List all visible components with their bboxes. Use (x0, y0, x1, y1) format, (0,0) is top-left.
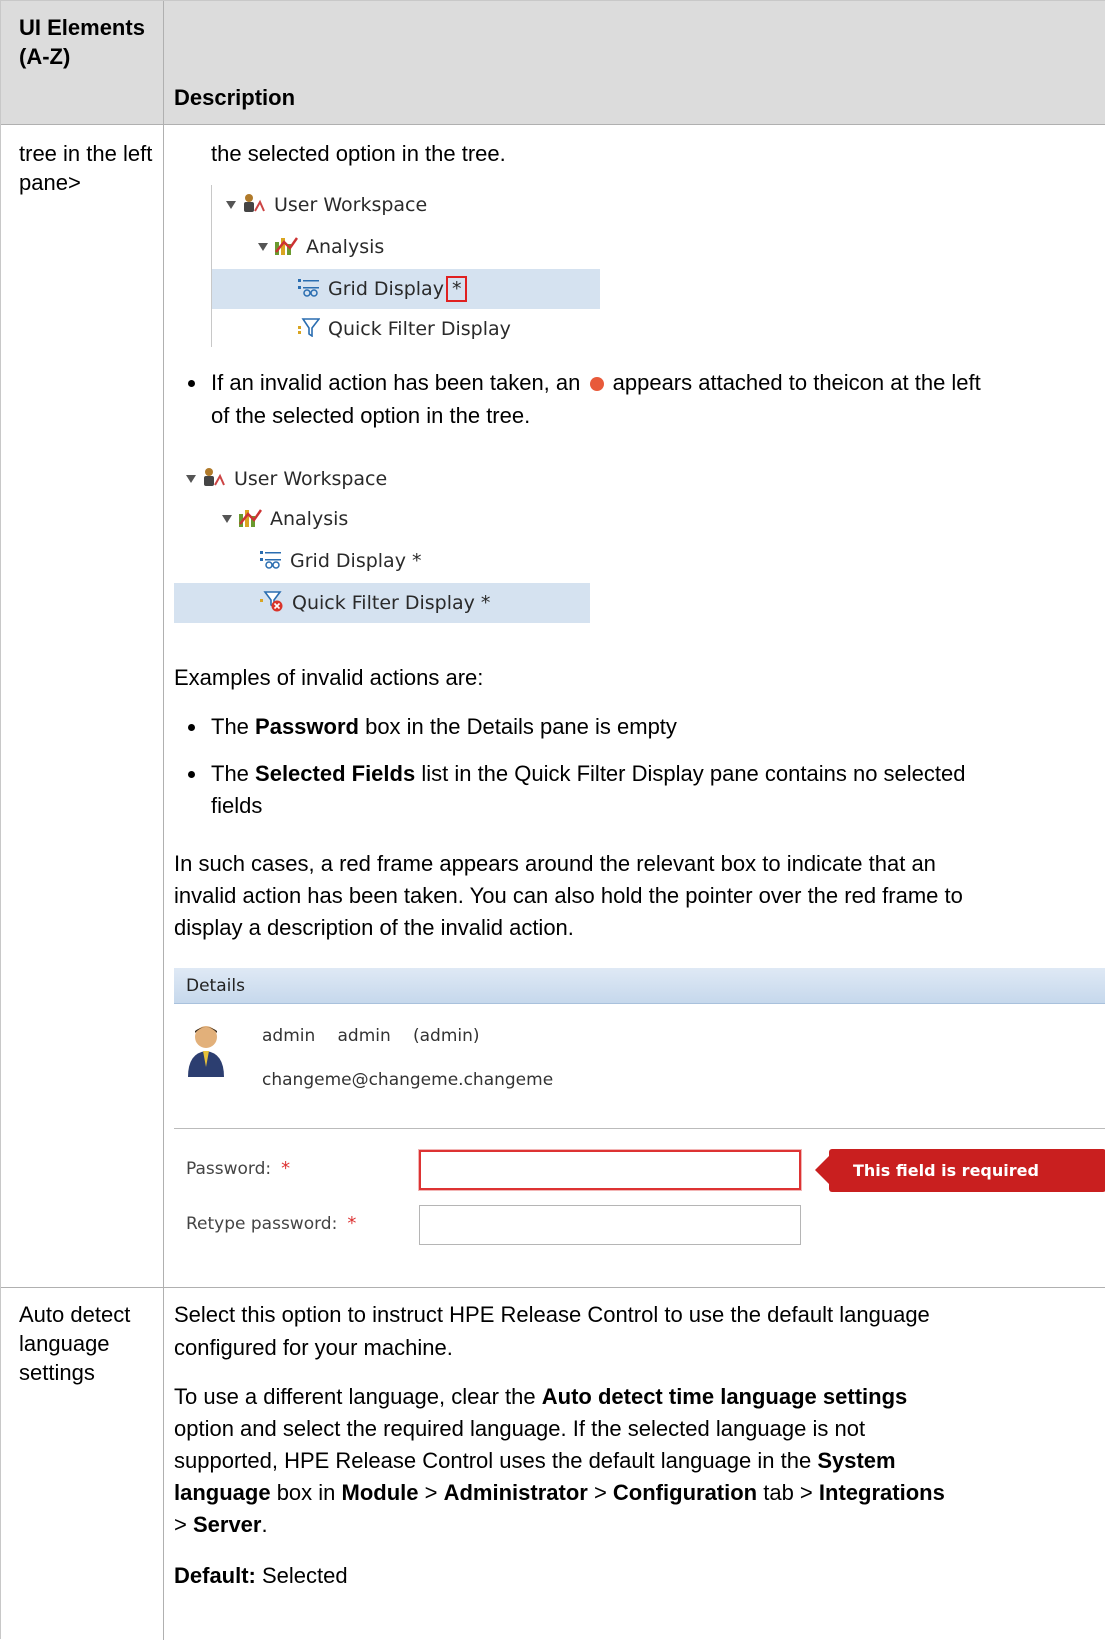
password-input[interactable] (419, 1150, 801, 1190)
such-cases-line3: display a description of the invalid act… (174, 915, 574, 940)
tree-node-quick-filter[interactable]: Quick Filter Display (212, 309, 600, 349)
user-workspace-icon (242, 193, 266, 218)
grid-display-icon (298, 277, 320, 302)
row2-p2-line1: To use a different language, clear the A… (174, 1384, 908, 1409)
required-star: * (347, 1213, 357, 1234)
row-divider (1, 1287, 1105, 1288)
invalid-action-line1: If an invalid action has been taken, an … (211, 370, 981, 395)
details-separator (174, 1128, 1105, 1129)
row2-default: Default: Selected (174, 1563, 348, 1588)
table-header: UI Elements (A-Z) Description (1, 1, 1105, 125)
details-title-bar: Details (174, 968, 1105, 1004)
analysis-chart-icon (238, 506, 263, 533)
tree-node-grid-display[interactable]: Grid Display * (212, 269, 600, 309)
header-ui-elements: UI Elements (A-Z) (19, 15, 145, 69)
user-avatar-icon (186, 1023, 226, 1077)
user-workspace-icon (202, 467, 226, 492)
example-selected-fields-line2: fields (211, 793, 263, 818)
ui-elements-table: UI Elements (A-Z) Description tree in th… (0, 0, 1105, 1640)
such-cases-line1: In such cases, a red frame appears aroun… (174, 851, 936, 876)
tree-node-quick-filter[interactable]: Quick Filter Display * (174, 583, 590, 623)
expand-triangle-icon (222, 515, 232, 523)
quick-filter-error-icon (260, 590, 284, 617)
tree-screenshot-modified: User Workspace Analysis Grid Display * Q… (211, 185, 600, 349)
analysis-chart-icon (274, 234, 299, 261)
password-label: Password: * (186, 1158, 291, 1179)
row2-p2-line2: option and select the required language.… (174, 1416, 866, 1441)
row2-p2-line5: > Server. (174, 1512, 268, 1537)
examples-intro: Examples of invalid actions are: (174, 665, 484, 690)
row1-intro-text: the selected option in the tree. (211, 141, 506, 166)
row1-element-label: tree in the left pane> (19, 141, 153, 195)
tree-node-user-workspace[interactable]: User Workspace (174, 459, 590, 499)
such-cases-line2: invalid action has been taken. You can a… (174, 883, 963, 908)
invalid-action-line2: of the selected option in the tree. (211, 403, 531, 428)
example-selected-fields: The Selected Fields list in the Quick Fi… (211, 761, 966, 786)
row2-p1-line2: configured for your machine. (174, 1335, 453, 1360)
expand-triangle-icon (186, 475, 196, 483)
required-star: * (281, 1158, 291, 1179)
modified-asterisk-highlight: * (445, 276, 468, 302)
error-tooltip: This field is required (815, 1149, 1105, 1192)
row2-p1-line1: Select this option to instruct HPE Relea… (174, 1302, 930, 1327)
tree-screenshot-invalid: User Workspace Analysis Grid Display * Q… (174, 455, 590, 623)
expand-triangle-icon (258, 243, 268, 251)
example-password-empty: The Password box in the Details pane is … (211, 714, 677, 739)
bullet (188, 724, 195, 731)
user-email: changeme@changeme.changeme (262, 1070, 554, 1090)
bullet (188, 771, 195, 778)
expand-triangle-icon (226, 201, 236, 209)
tree-node-analysis[interactable]: Analysis (212, 227, 600, 267)
retype-password-label: Retype password: * (186, 1213, 357, 1234)
quick-filter-icon (298, 317, 321, 342)
row2-p2-line3: supported, HPE Release Control uses the … (174, 1448, 896, 1473)
tree-node-analysis[interactable]: Analysis (174, 499, 590, 539)
user-name-line: admin admin (admin) (262, 1026, 480, 1046)
row2-p2-line4: language box in Module > Administrator >… (174, 1480, 945, 1505)
grid-display-icon (260, 549, 282, 574)
column-divider (163, 1, 164, 1640)
tree-node-user-workspace[interactable]: User Workspace (212, 185, 600, 225)
header-description: Description (174, 85, 296, 110)
tree-node-grid-display[interactable]: Grid Display * (174, 541, 590, 581)
error-badge-icon (589, 377, 604, 391)
bullet (188, 380, 195, 387)
row2-element-label: Auto detect language settings (19, 1302, 131, 1385)
details-panel-screenshot: Details admin admin (admin) changeme@cha… (174, 968, 1105, 1257)
retype-password-input[interactable] (419, 1205, 801, 1245)
